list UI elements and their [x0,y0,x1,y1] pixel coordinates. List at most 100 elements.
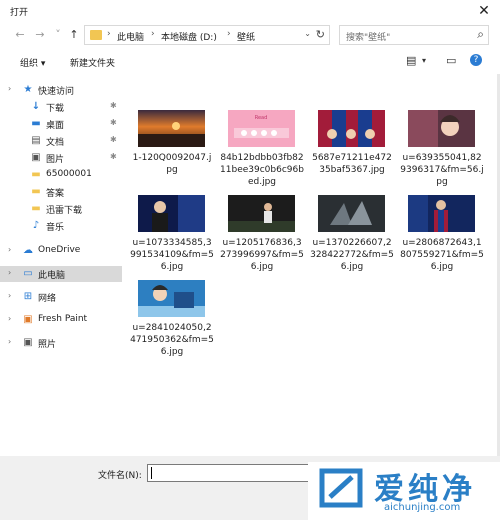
address-dropdown-icon[interactable]: ⌄ [304,29,311,38]
sidebar-item-downloads[interactable]: ↓ 下载 ✱ [0,99,122,115]
window-title: 打开 [10,8,29,18]
filename-label: 文件名(N): [98,471,142,481]
fresh-paint-icon: ▣ [23,314,33,325]
sidebar-item-65000001[interactable]: ▬ 65000001 [0,167,122,183]
watermark-url: aichunjing.com [384,502,461,513]
sidebar-item-label: 音乐 [46,223,65,233]
file-item[interactable]: u=1370226607,2328422772&fm=56.jpg [310,195,394,273]
search-placeholder: 搜索"壁纸" [346,33,391,43]
command-toolbar: 组织 ▾ 新建文件夹 ▤ ▾ ▭ ? [0,48,500,74]
new-folder-button[interactable]: 新建文件夹 [70,56,115,69]
sidebar-item-label: 网络 [38,294,57,304]
text-caret [151,467,152,479]
sidebar-item-label: 图片 [46,155,65,165]
view-options-icon[interactable]: ▤ [406,54,416,67]
sidebar-item-label: OneDrive [38,245,81,255]
file-name: u=1370226607,2328422772&fm=56.jpg [310,238,394,272]
file-name: 84b12bdbb03fb8211bee39c0b6c96bed.jpg [220,153,304,187]
expand-chevron-icon[interactable]: › [8,337,11,346]
sidebar-item-photos[interactable]: › ▣ 照片 [0,335,122,351]
address-bar-row: ← → ˅ ↑ › 此电脑 › 本地磁盘 (D:) › 壁纸 ⌄ ↻ 搜索"壁纸… [0,22,500,48]
up-arrow-icon[interactable]: ↑ [68,28,80,42]
sidebar-item-label: 下载 [46,104,65,114]
refresh-icon[interactable]: ↻ [316,28,325,41]
recent-locations-chevron-icon[interactable]: ˅ [52,28,64,42]
thumbnail-text: Read [255,115,268,121]
sidebar-item-label: 此电脑 [38,271,66,281]
close-icon[interactable]: ✕ [474,2,494,20]
file-thumbnail [228,195,295,232]
breadcrumb-wallpaper[interactable]: 壁纸 [237,30,255,43]
sidebar-item-network[interactable]: › ⊞ 网络 [0,289,122,305]
file-thumbnail [318,195,385,232]
file-name: 5687e71211e47235baf5367.jpg [312,153,392,175]
desktop-icon: ▬ [31,118,41,129]
file-item[interactable]: 1-120Q0092047.jpg [130,110,214,188]
file-item[interactable]: u=2841024050,2471950362&fm=56.jpg [130,280,214,358]
file-name: u=1073334585,3991534109&fm=56.jpg [130,238,214,272]
file-name: u=639355041,829396317&fm=56.jpg [400,153,484,187]
file-item[interactable]: Read 84b12bdbb03fb8211bee39c0b6c96bed.jp… [220,110,304,188]
sidebar-item-answers[interactable]: ▬ 答案 [0,184,122,200]
sidebar-item-label: 文档 [46,138,65,148]
breadcrumb-separator: › [151,29,155,39]
photos-icon: ▣ [23,337,33,348]
sidebar-item-this-pc[interactable]: › ▭ 此电脑 [0,266,122,282]
search-icon: ⌕ [477,27,484,41]
file-item[interactable]: u=1205176836,3273996997&fm=56.jpg [220,195,304,273]
forward-arrow-icon[interactable]: → [34,28,46,42]
sidebar-item-quick-access[interactable]: › ★ 快速访问 [0,82,122,98]
file-item[interactable]: u=2806872643,1807559271&fm=56.jpg [400,195,484,273]
pin-icon: ✱ [110,135,117,144]
sidebar-item-label: 65000001 [46,169,92,179]
cloud-icon: ☁ [23,245,33,256]
watermark: 爱纯净 aichunjing.com [308,462,500,520]
expand-chevron-icon[interactable]: › [8,291,11,300]
breadcrumb-this-pc[interactable]: 此电脑 [117,30,144,43]
help-icon[interactable]: ? [470,54,482,66]
file-thumbnail [138,280,205,317]
organize-button[interactable]: 组织 ▾ [20,56,45,69]
file-name: u=1205176836,3273996997&fm=56.jpg [220,238,304,272]
file-item[interactable]: 5687e71211e47235baf5367.jpg [310,110,394,188]
expand-chevron-icon[interactable]: › [8,268,11,277]
file-item[interactable]: u=639355041,829396317&fm=56.jpg [400,110,484,188]
search-box[interactable]: 搜索"壁纸" ⌕ [339,25,489,45]
folder-icon [90,30,102,40]
folder-icon: ▬ [31,169,41,180]
folder-icon: ▬ [31,203,41,214]
expand-chevron-icon[interactable]: › [8,245,11,254]
breadcrumb-local-disk-d[interactable]: 本地磁盘 (D:) [161,30,217,43]
pin-icon: ✱ [110,152,117,161]
file-thumbnail [138,195,205,232]
address-bar[interactable]: › 此电脑 › 本地磁盘 (D:) › 壁纸 ⌄ ↻ [84,25,330,45]
sidebar-item-fresh-paint[interactable]: › ▣ Fresh Paint [0,312,122,328]
title-bar: 打开 ✕ [0,0,500,22]
back-arrow-icon[interactable]: ← [14,28,26,42]
pin-icon: ✱ [110,118,117,127]
music-note-icon: ♪ [32,220,40,231]
expand-chevron-icon[interactable]: › [8,84,11,93]
file-name: u=2841024050,2471950362&fm=56.jpg [130,323,214,357]
star-icon: ★ [23,84,33,95]
sidebar-item-music[interactable]: ♪ 音乐 [0,218,122,234]
sidebar-item-label: 照片 [38,340,57,350]
preview-pane-icon[interactable]: ▭ [446,54,456,67]
computer-icon: ▭ [23,268,33,279]
sidebar-item-thunder-downloads[interactable]: ▬ 迅雷下载 [0,201,122,217]
sidebar-item-pictures[interactable]: ▣ 图片 ✱ [0,150,122,166]
pin-icon: ✱ [110,101,117,110]
breadcrumb-separator: › [227,29,231,39]
file-thumbnail [318,110,385,147]
expand-chevron-icon[interactable]: › [8,314,11,323]
folder-icon: ▬ [31,186,41,197]
aichunjing-logo-icon [319,468,363,508]
view-dropdown-icon[interactable]: ▾ [422,56,426,65]
file-thumbnail [408,110,475,147]
file-item[interactable]: u=1073334585,3991534109&fm=56.jpg [130,195,214,273]
pictures-icon: ▣ [31,152,41,163]
sidebar-item-desktop[interactable]: ▬ 桌面 ✱ [0,116,122,132]
sidebar-item-label: 快速访问 [38,87,75,97]
sidebar-item-documents[interactable]: ▤ 文档 ✱ [0,133,122,149]
sidebar-item-onedrive[interactable]: › ☁ OneDrive [0,243,122,259]
